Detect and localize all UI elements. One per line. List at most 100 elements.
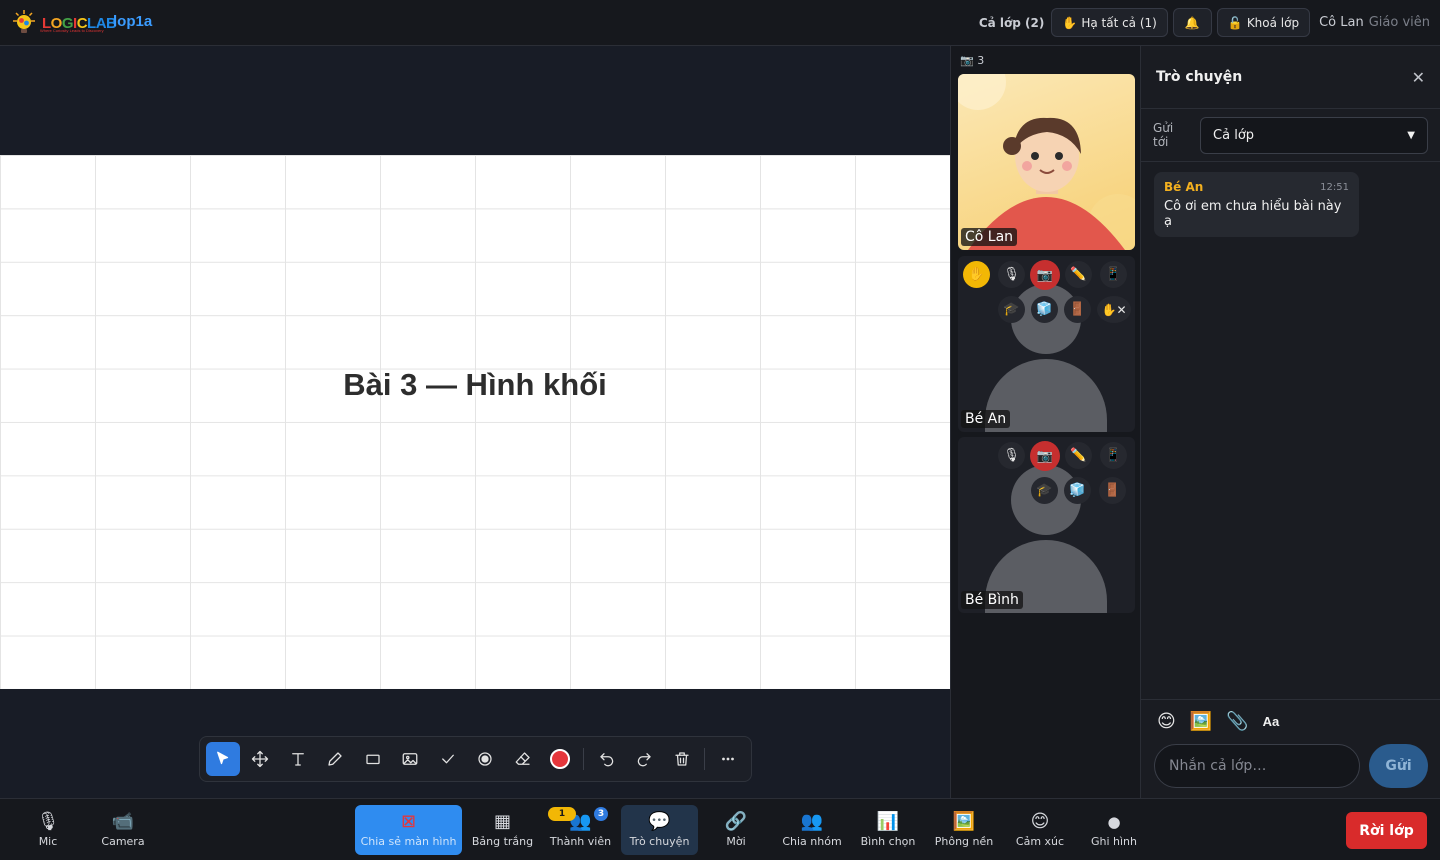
- move-icon: [252, 750, 269, 768]
- breakout-room-button[interactable]: 🧊: [1031, 296, 1058, 323]
- share-screen-button[interactable]: ⊠ Chia sẻ màn hình: [355, 805, 462, 855]
- laser-tool[interactable]: [469, 742, 503, 776]
- chat-message-input[interactable]: Nhắn cả lớp…: [1154, 744, 1360, 788]
- more-icon: [722, 757, 735, 761]
- eraser-icon: [515, 752, 530, 765]
- reactions-button[interactable]: 😊 Cảm xúc: [1010, 805, 1070, 855]
- pan-tool[interactable]: [244, 742, 278, 776]
- promote-button[interactable]: 🎓: [1031, 477, 1058, 504]
- lower-hand-button[interactable]: ✋✕: [1097, 296, 1131, 323]
- check-tool[interactable]: [431, 742, 465, 776]
- camera-count: 📷 3: [960, 54, 984, 67]
- mic-label: Mic: [38, 834, 58, 848]
- camera-button[interactable]: 📹 Camera: [93, 805, 153, 855]
- logo: LOGICLAB Where Curiosity Leads to Discov…: [10, 9, 117, 37]
- chat-recipient-row: Gửi tới Cả lớp ▼: [1141, 109, 1440, 162]
- emoji-icon[interactable]: 😊: [1157, 711, 1176, 732]
- breakout-label: Chia nhóm: [782, 834, 842, 848]
- lock-class-label: Khoá lớp: [1246, 15, 1300, 30]
- format-text-button[interactable]: Aa: [1263, 714, 1280, 729]
- bottom-bar: 🎙 Mic 📹 Camera ⊠ Chia sẻ màn hình ▦ Bảng…: [0, 798, 1440, 860]
- breakout-button[interactable]: 👥 Chia nhóm: [778, 805, 846, 855]
- poll-button[interactable]: 📊 Bình chọn: [858, 805, 918, 855]
- chevron-down-icon: ▼: [1407, 129, 1415, 141]
- chat-label: Trò chuyện: [629, 834, 690, 848]
- attachment-icon[interactable]: 📎: [1226, 711, 1248, 732]
- image-icon[interactable]: 🖼️: [1190, 711, 1212, 732]
- background-button[interactable]: 🖼️ Phông nền: [932, 805, 996, 855]
- recipient-value: Cả lớp: [1213, 127, 1255, 143]
- raised-hand-icon: ✋: [968, 267, 985, 282]
- camera-toggle[interactable]: 📷: [1030, 260, 1060, 290]
- recipient-select[interactable]: Cả lớp ▼: [1200, 116, 1428, 154]
- whiteboard-label: Bảng trắng: [471, 834, 534, 848]
- mic-icon: 🎙: [1003, 448, 1020, 463]
- teacher-avatar: [958, 74, 1135, 250]
- color-picker[interactable]: [544, 742, 578, 776]
- members-button[interactable]: 1 3 👥 Thành viên: [548, 805, 613, 855]
- graduation-cap-icon: 🎓: [1003, 302, 1020, 317]
- eraser-tool[interactable]: [506, 742, 540, 776]
- send-button[interactable]: Gửi: [1369, 744, 1428, 788]
- raised-hand-indicator[interactable]: ✋: [963, 261, 990, 288]
- more-tools-button[interactable]: [711, 742, 745, 776]
- text-icon: [291, 753, 304, 766]
- invite-button[interactable]: 🔗 Mời: [706, 805, 766, 855]
- camera-toggle[interactable]: 📷: [1030, 441, 1060, 471]
- raised-hands-badge: 1: [548, 807, 576, 821]
- screen-share-permission-toggle[interactable]: 📱: [1100, 261, 1127, 288]
- promote-button[interactable]: 🎓: [998, 296, 1025, 323]
- logo-tagline: Where Curiosity Leads to Discovery: [40, 28, 104, 33]
- whiteboard-canvas[interactable]: Bài 3 — Hình khối: [0, 155, 950, 689]
- lock-class-button[interactable]: 🔓 Khoá lớp: [1216, 8, 1311, 37]
- video-tile-teacher[interactable]: Cô Lan: [958, 74, 1135, 250]
- undo-button[interactable]: [590, 742, 624, 776]
- check-icon: [441, 754, 454, 764]
- poll-label: Bình chọn: [860, 834, 916, 848]
- pen-tool[interactable]: [319, 742, 353, 776]
- invite-label: Mời: [726, 834, 746, 848]
- draw-permission-toggle[interactable]: ✏️: [1065, 442, 1092, 469]
- mic-toggle[interactable]: 🎙: [998, 442, 1025, 469]
- redo-button[interactable]: [627, 742, 661, 776]
- breakout-room-button[interactable]: 🧊: [1064, 477, 1091, 504]
- draw-permission-toggle[interactable]: ✏️: [1065, 261, 1092, 288]
- notification-button[interactable]: 🔔: [1172, 8, 1212, 37]
- image-tool[interactable]: [394, 742, 428, 776]
- chat-button[interactable]: 💬 Trò chuyện: [621, 805, 698, 855]
- pencil-icon: ✏️: [1070, 267, 1087, 282]
- video-column: 📷 3 Cô Lan ✋ 🎙 📷 ✏️ 📱 🎓 🧊 🚪 ✋✕ Bé An 🎙 📷…: [950, 46, 1140, 798]
- send-to-label: Gửi tới: [1153, 121, 1174, 149]
- screen-share-permission-toggle[interactable]: 📱: [1100, 442, 1127, 469]
- mic-button[interactable]: 🎙 Mic: [18, 805, 78, 855]
- whiteboard-button[interactable]: ▦ Bảng trắng: [470, 805, 535, 855]
- tile-name: Bé An: [961, 410, 1011, 428]
- video-tile-student[interactable]: ✋ 🎙 📷 ✏️ 📱 🎓 🧊 🚪 ✋✕ Bé An: [958, 256, 1135, 432]
- reactions-label: Cảm xúc: [1015, 834, 1065, 848]
- mic-icon: 🎙: [1003, 267, 1020, 282]
- record-button[interactable]: ● Ghi hình: [1084, 805, 1144, 855]
- device-icon: 📱: [1105, 267, 1122, 282]
- message-author: Bé An: [1164, 180, 1204, 194]
- record-dot-icon: ●: [1107, 812, 1121, 831]
- close-icon[interactable]: ✕: [1412, 68, 1425, 87]
- microphone-icon: 🎙: [36, 810, 60, 832]
- lower-all-hands-button[interactable]: ✋ Hạ tất cả (1): [1051, 8, 1168, 37]
- mic-toggle[interactable]: 🎙: [998, 261, 1025, 288]
- bell-icon: 🔔: [1184, 15, 1200, 30]
- remove-participant-button[interactable]: 🚪: [1064, 296, 1091, 323]
- link-icon: 🔗: [724, 810, 748, 832]
- delete-button[interactable]: [665, 742, 699, 776]
- smiley-icon: 😊: [1030, 810, 1050, 832]
- leave-class-button[interactable]: Rời lớp: [1346, 812, 1427, 849]
- remove-participant-button[interactable]: 🚪: [1099, 477, 1126, 504]
- rectangle-tool[interactable]: [356, 742, 390, 776]
- graduation-cap-icon: 🎓: [1036, 483, 1053, 498]
- select-tool[interactable]: [206, 742, 240, 776]
- camera-label: Camera: [101, 834, 145, 848]
- cube-icon: 🧊: [1036, 302, 1053, 317]
- text-tool[interactable]: [281, 742, 315, 776]
- cube-icon: 🧊: [1069, 483, 1086, 498]
- video-tile-student[interactable]: 🎙 📷 ✏️ 📱 🎓 🧊 🚪 Bé Bình: [958, 437, 1135, 613]
- screen-share-icon: ⊠: [400, 810, 417, 832]
